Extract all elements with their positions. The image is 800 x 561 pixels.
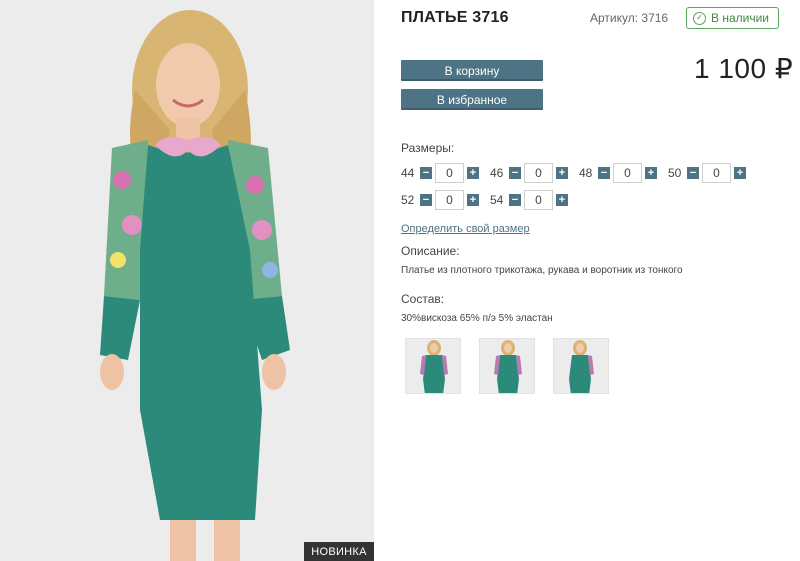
quantity-input[interactable]: 0	[435, 163, 464, 183]
product-title: ПЛАТЬЕ 3716	[401, 9, 509, 26]
add-to-cart-button[interactable]: В корзину	[401, 60, 543, 81]
minus-icon[interactable]: −	[420, 194, 432, 206]
plus-icon[interactable]: +	[645, 167, 657, 179]
size-row: 44 − 0 + 46 − 0 + 48 − 0 + 50 − 0 +	[401, 163, 757, 183]
thumbnail-image[interactable]	[553, 338, 609, 394]
size-number: 44	[401, 166, 415, 180]
check-circle-icon: ✓	[693, 11, 706, 25]
quantity-input[interactable]: 0	[524, 163, 553, 183]
thumbnail-image[interactable]	[479, 338, 535, 394]
description-label: Описание:	[401, 244, 460, 258]
size-stepper-44: 44 − 0 +	[401, 163, 479, 183]
stock-status-badge: ✓ В наличии	[686, 7, 779, 29]
plus-icon[interactable]: +	[556, 167, 568, 179]
size-number: 46	[490, 166, 504, 180]
size-number: 52	[401, 193, 415, 207]
stock-status-label: В наличии	[711, 11, 770, 25]
minus-icon[interactable]: −	[509, 194, 521, 206]
plus-icon[interactable]: +	[556, 194, 568, 206]
minus-icon[interactable]: −	[509, 167, 521, 179]
add-to-favorites-button[interactable]: В избранное	[401, 89, 543, 110]
quantity-input[interactable]: 0	[524, 190, 553, 210]
dress-model-illustration	[0, 0, 374, 561]
size-number: 48	[579, 166, 593, 180]
size-stepper-48: 48 − 0 +	[579, 163, 657, 183]
description-text: Платье из плотного трикотажа, рукава и в…	[401, 265, 683, 276]
size-row: 52 − 0 + 54 − 0 +	[401, 190, 579, 210]
size-number: 54	[490, 193, 504, 207]
quantity-input[interactable]: 0	[435, 190, 464, 210]
sizes-label: Размеры:	[401, 141, 455, 155]
size-stepper-46: 46 − 0 +	[490, 163, 568, 183]
quantity-input[interactable]: 0	[702, 163, 731, 183]
minus-icon[interactable]: −	[687, 167, 699, 179]
size-stepper-50: 50 − 0 +	[668, 163, 746, 183]
minus-icon[interactable]: −	[420, 167, 432, 179]
minus-icon[interactable]: −	[598, 167, 610, 179]
thumbnail-image[interactable]	[405, 338, 461, 394]
thumbnail-gallery	[405, 338, 609, 394]
product-price: 1 100 ₽	[694, 53, 794, 84]
plus-icon[interactable]: +	[467, 194, 479, 206]
new-badge: НОВИНКА	[304, 542, 374, 561]
determine-size-link[interactable]: Определить свой размер	[401, 223, 530, 235]
quantity-input[interactable]: 0	[613, 163, 642, 183]
plus-icon[interactable]: +	[734, 167, 746, 179]
composition-text: 30%вискоза 65% п/э 5% эластан	[401, 313, 553, 324]
size-number: 50	[668, 166, 682, 180]
product-main-image[interactable]: НОВИНКА	[0, 0, 374, 561]
product-sku: Артикул: 3716	[590, 11, 669, 25]
size-stepper-54: 54 − 0 +	[490, 190, 568, 210]
size-stepper-52: 52 − 0 +	[401, 190, 479, 210]
composition-label: Состав:	[401, 292, 445, 306]
plus-icon[interactable]: +	[467, 167, 479, 179]
